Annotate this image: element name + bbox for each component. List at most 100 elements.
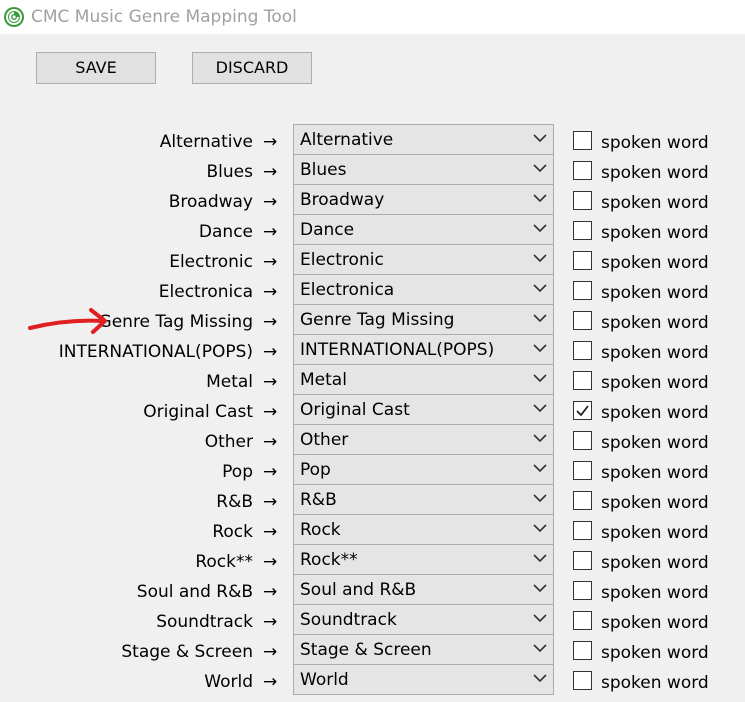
spoken-word-checkbox[interactable]: [573, 191, 592, 210]
target-genre-dropdown[interactable]: Alternative: [293, 124, 554, 155]
dropdown-selected-value: Other: [300, 430, 349, 450]
spoken-word-checkbox[interactable]: [573, 221, 592, 240]
mapping-row: Soundtrack → Soundtrack spoken word: [0, 604, 745, 636]
spoken-word-label[interactable]: spoken word: [601, 192, 709, 214]
chevron-down-icon: [533, 434, 547, 443]
target-genre-dropdown[interactable]: Rock: [293, 514, 554, 545]
source-genre-label: Dance: [198, 222, 253, 242]
chevron-down-icon: [533, 134, 547, 143]
spoken-word-label[interactable]: spoken word: [601, 462, 709, 484]
spoken-word-label[interactable]: spoken word: [601, 552, 709, 574]
spoken-word-checkbox[interactable]: [573, 461, 592, 480]
target-genre-dropdown[interactable]: Pop: [293, 454, 554, 485]
dropdown-selected-value: Electronic: [300, 250, 384, 270]
target-genre-dropdown[interactable]: Electronic: [293, 244, 554, 275]
source-genre-label: Blues: [206, 162, 253, 182]
mapping-arrow: →: [263, 612, 278, 632]
target-genre-dropdown[interactable]: Stage & Screen: [293, 634, 554, 665]
target-genre-dropdown[interactable]: Metal: [293, 364, 554, 395]
target-genre-dropdown[interactable]: Genre Tag Missing: [293, 304, 554, 335]
target-genre-dropdown[interactable]: Electronica: [293, 274, 554, 305]
save-button[interactable]: SAVE: [36, 52, 156, 84]
window-title: CMC Music Genre Mapping Tool: [31, 7, 297, 27]
spoken-word-label[interactable]: spoken word: [601, 312, 709, 334]
chevron-down-icon: [533, 404, 547, 413]
mapping-arrow: →: [263, 372, 278, 392]
source-genre-label: Electronic: [169, 252, 253, 272]
spoken-word-label[interactable]: spoken word: [601, 372, 709, 394]
dropdown-selected-value: Metal: [300, 370, 347, 390]
source-genre-label: Original Cast: [143, 402, 253, 422]
spoken-word-label[interactable]: spoken word: [601, 642, 709, 664]
spoken-word-label[interactable]: spoken word: [601, 402, 709, 424]
source-genre-label: INTERNATIONAL(POPS): [58, 342, 253, 362]
spoken-word-checkbox[interactable]: [573, 341, 592, 360]
dropdown-selected-value: Blues: [300, 160, 347, 180]
spoken-word-checkbox[interactable]: [573, 671, 592, 690]
dropdown-selected-value: Original Cast: [300, 400, 410, 420]
spoken-word-label[interactable]: spoken word: [601, 282, 709, 304]
target-genre-dropdown[interactable]: Blues: [293, 154, 554, 185]
source-genre-label: Stage & Screen: [121, 642, 253, 662]
spoken-word-checkbox[interactable]: [573, 161, 592, 180]
spoken-word-checkbox[interactable]: [573, 281, 592, 300]
spoken-word-checkbox[interactable]: [573, 131, 592, 150]
target-genre-dropdown[interactable]: INTERNATIONAL(POPS): [293, 334, 554, 365]
target-genre-dropdown[interactable]: World: [293, 664, 554, 695]
spoken-word-label[interactable]: spoken word: [601, 492, 709, 514]
target-genre-dropdown[interactable]: Original Cast: [293, 394, 554, 425]
spoken-word-checkbox[interactable]: [573, 431, 592, 450]
spoken-word-label[interactable]: spoken word: [601, 522, 709, 544]
spoken-word-checkbox[interactable]: [573, 311, 592, 330]
target-genre-dropdown[interactable]: R&B: [293, 484, 554, 515]
target-genre-dropdown[interactable]: Dance: [293, 214, 554, 245]
spoken-word-label[interactable]: spoken word: [601, 612, 709, 634]
target-genre-dropdown[interactable]: Soul and R&B: [293, 574, 554, 605]
mapping-arrow: →: [263, 162, 278, 182]
spoken-word-label[interactable]: spoken word: [601, 672, 709, 694]
spoken-word-label[interactable]: spoken word: [601, 342, 709, 364]
spoken-word-label[interactable]: spoken word: [601, 162, 709, 184]
chevron-down-icon: [533, 644, 547, 653]
red-arrow-annotation-icon: [28, 308, 107, 334]
discard-button[interactable]: DISCARD: [192, 52, 312, 84]
mapping-row: Alternative → Alternative spoken word: [0, 124, 745, 156]
chevron-down-icon: [533, 254, 547, 263]
spoken-word-checkbox[interactable]: [573, 371, 592, 390]
target-genre-dropdown[interactable]: Other: [293, 424, 554, 455]
spoken-word-label[interactable]: spoken word: [601, 222, 709, 244]
mapping-arrow: →: [263, 222, 278, 242]
dropdown-selected-value: Rock**: [300, 550, 358, 570]
dropdown-selected-value: Soul and R&B: [300, 580, 417, 600]
spoken-word-checkbox[interactable]: [573, 521, 592, 540]
spoken-word-checkbox[interactable]: [573, 581, 592, 600]
spoken-word-label[interactable]: spoken word: [601, 432, 709, 454]
target-genre-dropdown[interactable]: Rock**: [293, 544, 554, 575]
chevron-down-icon: [533, 614, 547, 623]
chevron-down-icon: [533, 284, 547, 293]
source-genre-label: Pop: [222, 462, 253, 482]
mapping-row: Blues → Blues spoken word: [0, 154, 745, 186]
dropdown-selected-value: Dance: [300, 220, 355, 240]
chevron-down-icon: [533, 464, 547, 473]
dropdown-selected-value: Genre Tag Missing: [300, 310, 455, 330]
spoken-word-checkbox[interactable]: [573, 251, 592, 270]
spoken-word-label[interactable]: spoken word: [601, 582, 709, 604]
spoken-word-label[interactable]: spoken word: [601, 132, 709, 154]
source-genre-label: Soundtrack: [156, 612, 253, 632]
mapping-row: Soul and R&B → Soul and R&B spoken word: [0, 574, 745, 606]
spoken-word-label[interactable]: spoken word: [601, 252, 709, 274]
spoken-word-checkbox[interactable]: [573, 491, 592, 510]
spoken-word-checkbox[interactable]: [573, 611, 592, 630]
target-genre-dropdown[interactable]: Soundtrack: [293, 604, 554, 635]
target-genre-dropdown[interactable]: Broadway: [293, 184, 554, 215]
mapping-row: Metal → Metal spoken word: [0, 364, 745, 396]
source-genre-label: Alternative: [159, 132, 253, 152]
mapping-arrow: →: [263, 432, 278, 452]
spoken-word-checkbox[interactable]: [573, 401, 592, 420]
spoken-word-checkbox[interactable]: [573, 641, 592, 660]
mapping-arrow: →: [263, 312, 278, 332]
chevron-down-icon: [533, 194, 547, 203]
dropdown-selected-value: World: [300, 670, 349, 690]
spoken-word-checkbox[interactable]: [573, 551, 592, 570]
